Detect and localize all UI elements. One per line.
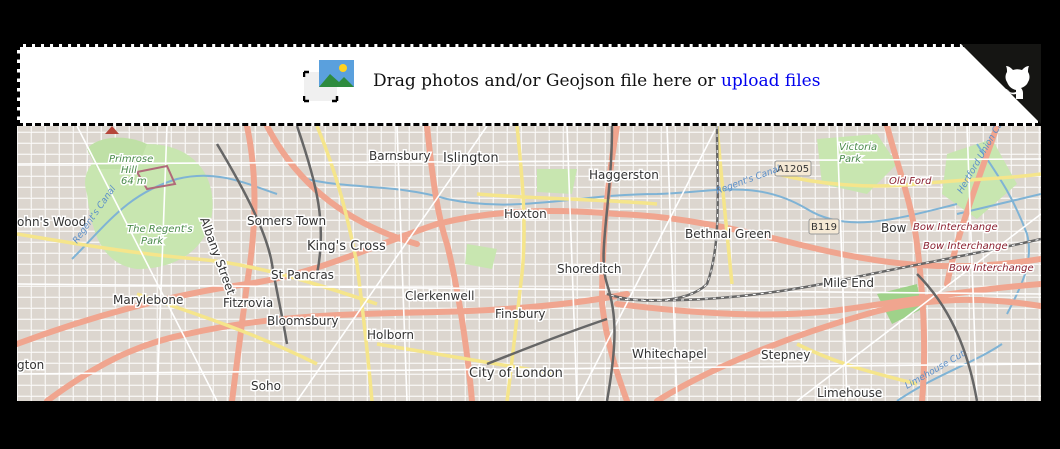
place-label: Bow: [881, 221, 907, 235]
file-dropzone[interactable]: Drag photos and/or Geojson file here or …: [17, 44, 1041, 126]
road-shield-b119: B119: [808, 218, 840, 235]
image-upload-icon: [302, 59, 355, 103]
place-label: Bow Interchange: [923, 241, 1008, 252]
place-label: Bloomsbury: [267, 314, 338, 328]
place-label: Park: [141, 236, 164, 247]
place-label: Primrose: [109, 154, 153, 165]
place-label: Whitechapel: [632, 347, 707, 361]
place-label: 64 m: [121, 176, 147, 187]
place-label: City of London: [469, 366, 563, 381]
place-label: Clerkenwell: [405, 289, 474, 303]
place-label: Barnsbury: [369, 149, 430, 163]
dropzone-prompt: Drag photos and/or Geojson file here or …: [373, 71, 820, 91]
place-label: Bow Interchange: [949, 263, 1034, 274]
place-label: Somers Town: [247, 214, 326, 228]
github-octocat-icon: [961, 44, 1041, 124]
app-frame: A1205 B119 Barnsbury Islington Haggerston P…: [17, 44, 1041, 401]
place-label: Islington: [443, 151, 499, 166]
place-label: The Regent's: [127, 224, 193, 235]
place-label: Haggerston: [589, 168, 659, 182]
place-label: Stepney: [761, 348, 810, 362]
place-label: Bethnal Green: [685, 227, 771, 241]
place-label: St Pancras: [271, 268, 334, 282]
place-label: ohn's Wood: [17, 215, 86, 229]
place-label: Fitzrovia: [223, 296, 273, 310]
svg-text:B119: B119: [811, 222, 837, 233]
upload-files-link[interactable]: upload files: [721, 71, 821, 91]
place-label: Finsbury: [495, 307, 545, 321]
place-label: Old Ford: [889, 176, 932, 187]
place-label: Park: [839, 154, 862, 165]
place-label: Victoria: [839, 142, 877, 153]
place-label: gton: [17, 358, 44, 372]
place-label: Hoxton: [504, 207, 547, 221]
place-label: King's Cross: [307, 239, 386, 254]
place-label: Shoreditch: [557, 262, 621, 276]
place-label: Hill: [121, 165, 137, 176]
place-label: Soho: [251, 379, 281, 393]
place-label: Limehouse: [817, 386, 882, 400]
dropzone-text: Drag photos and/or Geojson file here or: [373, 71, 721, 91]
place-label: Holborn: [367, 328, 414, 342]
github-corner-link[interactable]: [961, 44, 1041, 124]
place-label: Bow Interchange: [913, 222, 998, 233]
place-label: Mile End: [823, 276, 874, 290]
svg-text:A1205: A1205: [777, 164, 809, 175]
place-label: Marylebone: [113, 293, 183, 307]
